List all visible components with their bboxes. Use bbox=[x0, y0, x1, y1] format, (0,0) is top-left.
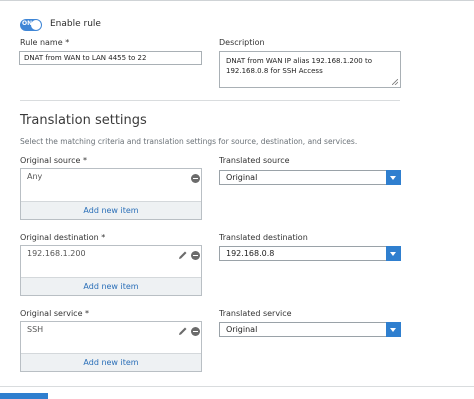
translated-destination-value: 192.168.0.8 bbox=[226, 249, 275, 258]
footer-divider bbox=[0, 386, 474, 387]
edit-pencil-icon[interactable] bbox=[178, 326, 188, 336]
original-source-label: Original source * bbox=[20, 156, 87, 165]
original-destination-item: 192.168.1.200 bbox=[27, 249, 86, 258]
remove-icon[interactable] bbox=[191, 251, 200, 260]
add-new-item-link[interactable]: Add new item bbox=[21, 206, 201, 215]
original-destination-list: 192.168.1.200 Add new item bbox=[20, 245, 202, 296]
list-item[interactable]: SSH bbox=[21, 322, 201, 339]
top-border bbox=[0, 0, 474, 1]
translated-destination-select[interactable]: 192.168.0.8 bbox=[219, 246, 401, 261]
add-new-item-link[interactable]: Add new item bbox=[21, 358, 201, 367]
original-service-item: SSH bbox=[27, 325, 44, 334]
enable-rule-toggle[interactable]: ON bbox=[20, 19, 42, 31]
add-item-area[interactable]: Add new item bbox=[21, 277, 201, 295]
list-item[interactable]: Any bbox=[21, 169, 201, 186]
add-item-area[interactable]: Add new item bbox=[21, 353, 201, 371]
description-label: Description bbox=[219, 38, 265, 47]
translated-service-select[interactable]: Original bbox=[219, 322, 401, 337]
original-destination-label: Original destination * bbox=[20, 233, 106, 242]
remove-icon[interactable] bbox=[191, 327, 200, 336]
dropdown-caret-icon[interactable] bbox=[386, 170, 401, 185]
translated-service-label: Translated service bbox=[219, 309, 292, 318]
rule-name-input[interactable]: DNAT from WAN to LAN 4455 to 22 bbox=[19, 51, 202, 65]
original-service-list: SSH Add new item bbox=[20, 321, 202, 372]
rule-name-value: DNAT from WAN to LAN 4455 to 22 bbox=[24, 54, 147, 62]
translated-source-select[interactable]: Original bbox=[219, 170, 401, 185]
footer-action-button[interactable] bbox=[0, 393, 48, 399]
remove-icon[interactable] bbox=[191, 174, 200, 183]
description-value: DNAT from WAN IP alias 192.168.1.200 to … bbox=[226, 57, 372, 75]
rule-name-label: Rule name * bbox=[20, 38, 70, 47]
translated-destination-label: Translated destination bbox=[219, 233, 308, 242]
dropdown-caret-icon[interactable] bbox=[386, 322, 401, 337]
original-service-label: Original service * bbox=[20, 309, 90, 318]
add-new-item-link[interactable]: Add new item bbox=[21, 282, 201, 291]
section-divider bbox=[20, 100, 400, 101]
translation-settings-description: Select the matching criteria and transla… bbox=[20, 137, 358, 146]
list-item[interactable]: 192.168.1.200 bbox=[21, 246, 201, 263]
edit-pencil-icon[interactable] bbox=[178, 250, 188, 260]
toggle-knob bbox=[31, 20, 41, 30]
original-source-list: Any Add new item bbox=[20, 168, 202, 220]
add-item-area[interactable]: Add new item bbox=[21, 201, 201, 219]
description-textarea[interactable]: DNAT from WAN IP alias 192.168.1.200 to … bbox=[219, 51, 401, 88]
enable-rule-label: Enable rule bbox=[50, 19, 101, 29]
translated-source-label: Translated source bbox=[219, 156, 290, 165]
original-source-item: Any bbox=[27, 172, 43, 181]
dropdown-caret-icon[interactable] bbox=[386, 246, 401, 261]
translated-source-value: Original bbox=[226, 173, 258, 182]
translation-settings-title: Translation settings bbox=[20, 113, 147, 128]
resize-handle-icon[interactable] bbox=[392, 79, 398, 85]
translated-service-value: Original bbox=[226, 325, 258, 334]
